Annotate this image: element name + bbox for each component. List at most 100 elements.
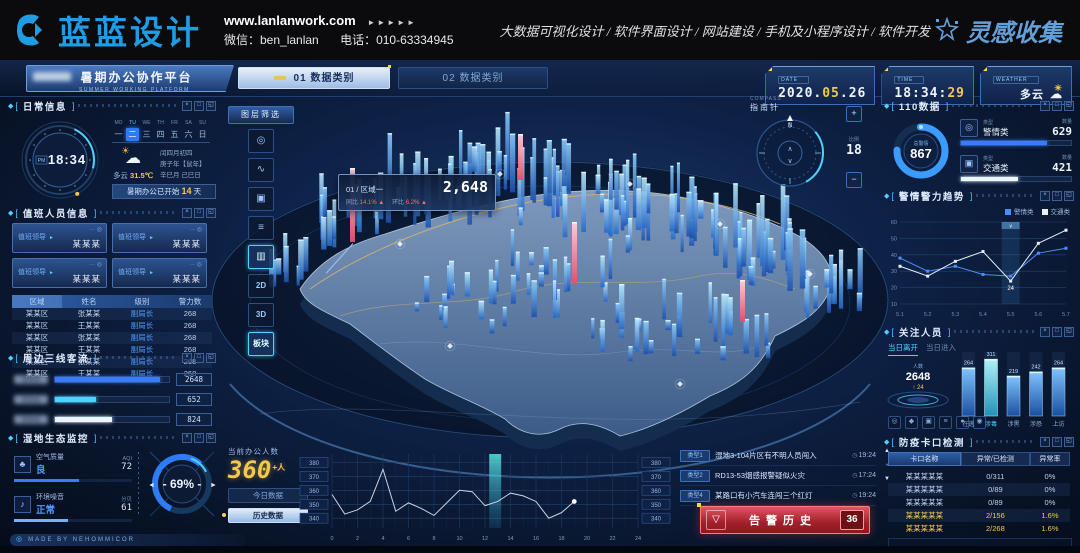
- duty-cell: 268: [168, 320, 212, 332]
- alert-row[interactable]: 类型2RD13-53烟感报警疑似火灾◷17:24: [680, 466, 876, 486]
- table-row[interactable]: 某某区王某某副局长268: [12, 320, 212, 332]
- scroll-down-icon[interactable]: ▼: [884, 476, 890, 482]
- alarm-history-button[interactable]: ▽ 告警历史 36: [700, 506, 870, 534]
- focus-mini-icon-2[interactable]: ▣: [922, 416, 935, 429]
- alert-row[interactable]: 类型4某路口有小汽车连闯三个红灯◷19:24: [680, 486, 876, 506]
- svg-text:∨: ∨: [787, 158, 792, 165]
- vehicle-tool-button[interactable]: ▣: [248, 187, 274, 211]
- plate-tool-button[interactable]: 板块: [248, 332, 274, 356]
- expand-icon[interactable]: ◱: [206, 433, 216, 443]
- checkpoint-row[interactable]: 某某某某某0/3110%: [888, 470, 1070, 483]
- expand-icon[interactable]: ◱: [1064, 101, 1074, 111]
- expand-icon[interactable]: ◱: [206, 101, 216, 111]
- checkpoint-row[interactable]: 某某某某某0/890%: [888, 496, 1070, 509]
- alarm-type-top: ◎类型警情类数量629: [960, 118, 1072, 138]
- close-icon[interactable]: ×: [182, 433, 192, 443]
- alarm-type-right: 数量421: [1052, 154, 1072, 174]
- duty-leader-card[interactable]: 值班领导··· ◎某某某: [12, 223, 107, 253]
- window-icon[interactable]: □: [194, 433, 204, 443]
- svg-text:370: 370: [651, 475, 662, 481]
- weekday-mo[interactable]: MO一: [112, 120, 125, 141]
- history-data-button[interactable]: 历史数据: [228, 508, 308, 523]
- today-data-button[interactable]: 今日数据: [228, 488, 308, 503]
- arrows-icon: ►►►►►: [367, 18, 417, 27]
- close-icon[interactable]: ×: [1040, 101, 1050, 111]
- svg-text:219: 219: [1009, 369, 1018, 375]
- svg-text:∧: ∧: [787, 146, 792, 153]
- zoom-in-button[interactable]: +: [846, 106, 862, 122]
- focus-mini-icon-3[interactable]: ≡: [939, 416, 952, 429]
- duty-leader-card[interactable]: 值班领导··· ◎某某某: [112, 223, 207, 253]
- checkpoint-col-header[interactable]: 异常/已检测: [961, 452, 1030, 466]
- expand-icon[interactable]: ◱: [1064, 437, 1074, 447]
- weekday-tu[interactable]: TU二: [126, 120, 139, 141]
- svg-text:人数: 人数: [913, 363, 923, 370]
- lanlan-logo[interactable]: 蓝蓝设计: [14, 6, 202, 54]
- close-icon[interactable]: ×: [182, 208, 192, 218]
- 3d-tool-button[interactable]: 3D: [248, 303, 274, 327]
- alert-row[interactable]: 类型1湿地3-104片区有不明人员闯入◷19:24: [680, 446, 876, 466]
- window-icon[interactable]: □: [194, 353, 204, 363]
- close-icon[interactable]: ×: [182, 353, 192, 363]
- tab-data-category-1[interactable]: 01 数据类别: [238, 67, 390, 89]
- compass-dial[interactable]: N∧∨: [750, 113, 830, 193]
- window-icon[interactable]: □: [1052, 437, 1062, 447]
- close-icon[interactable]: ×: [1040, 191, 1050, 201]
- expand-icon[interactable]: ◱: [1064, 191, 1074, 201]
- duty-leader-name: 某某某: [72, 238, 101, 250]
- weekday-we[interactable]: WE三: [140, 120, 153, 141]
- svg-text:50: 50: [891, 236, 897, 242]
- signal-tool-button[interactable]: ∿: [248, 158, 274, 182]
- close-icon[interactable]: ×: [1040, 327, 1050, 337]
- window-icon[interactable]: □: [1052, 327, 1062, 337]
- panel-focus-people: ◆[关注人员] ×□◱ 当日离开当日进入 人数2648↑ 24 ◎◆▣≡●◉ 2…: [884, 324, 1074, 430]
- focus-mini-icon-1[interactable]: ◆: [905, 416, 918, 429]
- focus-mini-icon-0[interactable]: ◎: [888, 416, 901, 429]
- svg-text:350: 350: [651, 503, 662, 509]
- weekday-sa[interactable]: SA六: [182, 120, 195, 141]
- expand-icon[interactable]: ◱: [206, 353, 216, 363]
- window-icon[interactable]: □: [1052, 101, 1062, 111]
- weekday-su[interactable]: SU日: [196, 120, 209, 141]
- duty-leader-card[interactable]: 值班领导··· ◎某某某: [12, 258, 107, 288]
- checkpoint-col-header[interactable]: 卡口名称: [888, 452, 961, 466]
- table-row[interactable]: 某某区张某某副局长268: [12, 308, 212, 320]
- notice-text: 暑期办公已开始: [127, 187, 180, 196]
- checkpoint-row[interactable]: 某某某某某2/1561.6%: [888, 509, 1070, 522]
- window-icon[interactable]: □: [1052, 191, 1062, 201]
- svg-text:10: 10: [891, 302, 897, 308]
- camera-tool-button[interactable]: ◎: [248, 129, 274, 153]
- expand-icon[interactable]: ◱: [1064, 327, 1074, 337]
- site-url[interactable]: www.lanlanwork.com: [224, 13, 356, 28]
- window-icon[interactable]: □: [194, 208, 204, 218]
- type-name: 交通类: [983, 162, 1009, 174]
- weekday-th[interactable]: TH四: [154, 120, 167, 141]
- duty-leader-card[interactable]: 值班领导··· ◎某某某: [112, 258, 207, 288]
- table-row[interactable]: 某某区张某某副局长268: [12, 332, 212, 344]
- scroll-up-icon[interactable]: ▲: [884, 448, 890, 454]
- count-label: 数量: [1052, 154, 1072, 161]
- up-arrow-icon: ▲: [421, 200, 427, 206]
- office-count-value: 360: [228, 456, 271, 484]
- checkpoint-row[interactable]: 某某某某某0/890%: [888, 483, 1070, 496]
- 2d-tool-button[interactable]: 2D: [248, 274, 274, 298]
- office-hours-chart: 3403403503503603603703703803800246810121…: [298, 448, 672, 544]
- zoom-out-button[interactable]: −: [846, 172, 862, 188]
- weekday-fr[interactable]: FR五: [168, 120, 181, 141]
- collect-logo[interactable]: 灵感收集: [934, 13, 1062, 48]
- tab-data-category-2[interactable]: 02 数据类别: [398, 67, 548, 89]
- checkpoint-col-header[interactable]: 异常率: [1030, 452, 1070, 466]
- duty-table-header: 区域姓名级别警力数: [12, 295, 212, 308]
- svg-text:2648: 2648: [906, 371, 930, 383]
- bar-chart-tool-button[interactable]: ▥: [248, 245, 274, 269]
- expand-icon[interactable]: ◱: [206, 208, 216, 218]
- focus-tab[interactable]: 当日离开: [888, 342, 918, 356]
- list-tool-button[interactable]: ≡: [248, 216, 274, 240]
- alarm-type-item: ▣类型交通类数量421: [960, 154, 1072, 182]
- close-icon[interactable]: ×: [182, 101, 192, 111]
- focus-tab[interactable]: 当日进入: [926, 342, 956, 356]
- window-icon[interactable]: □: [194, 101, 204, 111]
- close-icon[interactable]: ×: [1040, 437, 1050, 447]
- checkpoint-rate: 0%: [1030, 496, 1070, 509]
- checkpoint-row[interactable]: 某某某某某2/2681.6%: [888, 522, 1070, 535]
